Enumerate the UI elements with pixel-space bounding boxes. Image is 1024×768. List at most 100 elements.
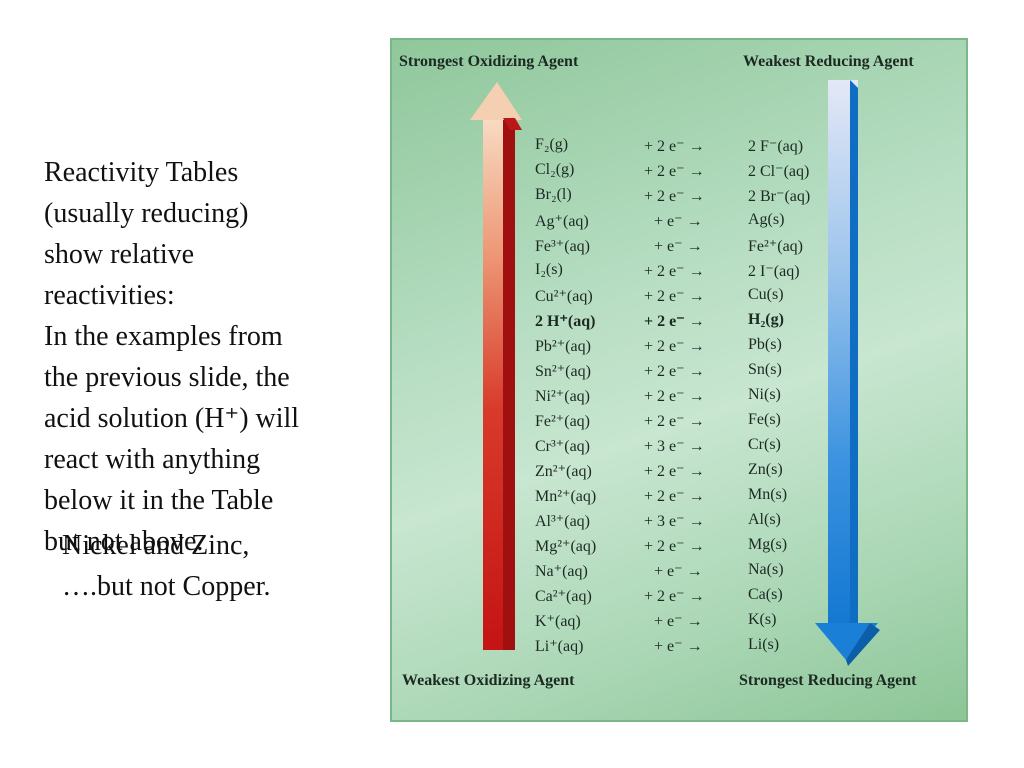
half-reaction-row: Ag⁺(aq) + e⁻ → Ag(s) bbox=[390, 211, 968, 236]
electrons-cell: + 2 e⁻ → bbox=[644, 288, 705, 305]
oxidizing-agent-cell: Al³⁺(aq) bbox=[535, 513, 590, 530]
body-text-line: react with anything bbox=[44, 444, 261, 475]
oxidizing-agent-cell: 2 H⁺(aq) bbox=[535, 313, 596, 330]
oxidizing-agent-cell: Na⁺(aq) bbox=[535, 563, 588, 580]
electrons-cell: + e⁻ → bbox=[654, 213, 703, 230]
electrons-cell: + 2 e⁻ → bbox=[644, 338, 705, 355]
electrons-cell: + e⁻ → bbox=[654, 563, 703, 580]
reducing-agent-cell: Mg(s) bbox=[748, 536, 788, 553]
reduction-potential-table-figure: Strongest Oxidizing Agent Weakest Reduci… bbox=[390, 38, 968, 722]
half-reaction-row: Cl₂(g) + 2 e⁻ → 2 Cl⁻(aq) bbox=[390, 161, 968, 186]
half-reaction-row: Ni²⁺(aq) + 2 e⁻ → Ni(s) bbox=[390, 386, 968, 411]
half-reaction-row: Mn²⁺(aq) + 2 e⁻ → Mn(s) bbox=[390, 486, 968, 511]
reducing-agent-cell: Zn(s) bbox=[748, 461, 783, 478]
reducing-agent-cell: Sn(s) bbox=[748, 361, 782, 378]
body-text-line: Reactivity Tables bbox=[44, 157, 239, 188]
oxidizing-agent-cell: Cu²⁺(aq) bbox=[535, 288, 593, 305]
reducing-agent-cell: Cu(s) bbox=[748, 286, 784, 303]
electrons-cell: + 2 e⁻ → bbox=[644, 538, 705, 555]
reducing-agent-cell: Al(s) bbox=[748, 511, 781, 528]
half-reaction-row: F₂(g) + 2 e⁻ → 2 F⁻(aq) bbox=[390, 136, 968, 161]
electrons-cell: + 3 e⁻ → bbox=[644, 438, 705, 455]
half-reaction-row: I₂(s) + 2 e⁻ → 2 I⁻(aq) bbox=[390, 261, 968, 286]
body-text-line: show relative bbox=[44, 239, 195, 270]
half-reaction-row: Cr³⁺(aq) + 3 e⁻ → Cr(s) bbox=[390, 436, 968, 461]
reducing-agent-cell: Ag(s) bbox=[748, 211, 785, 228]
electrons-cell: + 2 e⁻ → bbox=[644, 163, 705, 180]
half-reaction-row: Cu²⁺(aq) + 2 e⁻ → Cu(s) bbox=[390, 286, 968, 311]
half-reaction-row: Zn²⁺(aq) + 2 e⁻ → Zn(s) bbox=[390, 461, 968, 486]
label-weakest-oxidizing-agent: Weakest Oxidizing Agent bbox=[402, 672, 575, 689]
oxidizing-agent-cell: Mn²⁺(aq) bbox=[535, 488, 597, 505]
oxidizing-agent-cell: Ni²⁺(aq) bbox=[535, 388, 590, 405]
oxidizing-agent-cell: Ca²⁺(aq) bbox=[535, 588, 592, 605]
reducing-agent-cell: 2 I⁻(aq) bbox=[748, 263, 800, 280]
reducing-agent-cell: Fe(s) bbox=[748, 411, 781, 428]
oxidizing-agent-cell: Cl₂(g) bbox=[535, 161, 575, 178]
oxidizing-agent-cell: Mg²⁺(aq) bbox=[535, 538, 597, 555]
electrons-cell: + 2 e⁻ → bbox=[644, 588, 705, 605]
reducing-agent-cell: Ni(s) bbox=[748, 386, 781, 403]
oxidizing-agent-cell: Sn²⁺(aq) bbox=[535, 363, 591, 380]
slide-body-text: Reactivity Tables (usually reducing) show … bbox=[44, 152, 374, 562]
electrons-cell: + 2 e⁻ → bbox=[644, 388, 705, 405]
half-reaction-row: Al³⁺(aq) + 3 e⁻ → Al(s) bbox=[390, 511, 968, 536]
half-reaction-row: Fe³⁺(aq) + e⁻ → Fe²⁺(aq) bbox=[390, 236, 968, 261]
body-text-line: In the examples from bbox=[44, 321, 283, 352]
electrons-cell: + 2 e⁻ → bbox=[644, 263, 705, 280]
oxidizing-agent-cell: Li⁺(aq) bbox=[535, 638, 584, 655]
oxidizing-agent-cell: Fe³⁺(aq) bbox=[535, 238, 590, 255]
label-strongest-oxidizing-agent: Strongest Oxidizing Agent bbox=[399, 53, 579, 70]
oxidizing-agent-cell: Zn²⁺(aq) bbox=[535, 463, 592, 480]
body-text-line: reactivities: bbox=[44, 280, 175, 311]
reducing-agent-cell: Cr(s) bbox=[748, 436, 781, 453]
half-reaction-row: Pb²⁺(aq) + 2 e⁻ → Pb(s) bbox=[390, 336, 968, 361]
half-reaction-row: Br₂(l) + 2 e⁻ → 2 Br⁻(aq) bbox=[390, 186, 968, 211]
half-reaction-row: Sn²⁺(aq) + 2 e⁻ → Sn(s) bbox=[390, 361, 968, 386]
oxidizing-agent-cell: Ag⁺(aq) bbox=[535, 213, 589, 230]
reducing-agent-cell: 2 Br⁻(aq) bbox=[748, 188, 811, 205]
electrons-cell: + 2 e⁻ → bbox=[644, 313, 705, 330]
electrons-cell: + 2 e⁻ → bbox=[644, 488, 705, 505]
electrons-cell: + 2 e⁻ → bbox=[644, 188, 705, 205]
electrons-cell: + 2 e⁻ → bbox=[644, 138, 705, 155]
electrons-cell: + 2 e⁻ → bbox=[644, 413, 705, 430]
oxidizing-agent-cell: Pb²⁺(aq) bbox=[535, 338, 591, 355]
reducing-agent-cell: Na(s) bbox=[748, 561, 784, 578]
half-reaction-row: K⁺(aq) + e⁻ → K(s) bbox=[390, 611, 968, 636]
electrons-cell: + e⁻ → bbox=[654, 638, 703, 655]
overlay-text-nickel-zinc: Nickel and Zinc, bbox=[62, 530, 250, 561]
electrons-cell: + e⁻ → bbox=[654, 238, 703, 255]
overlay-text-not-copper: ….but not Copper. bbox=[62, 571, 271, 602]
body-text-line: (usually reducing) bbox=[44, 198, 249, 229]
body-text-line: the previous slide, the bbox=[44, 362, 290, 393]
oxidizing-agent-cell: I₂(s) bbox=[535, 261, 563, 278]
half-reaction-row: Ca²⁺(aq) + 2 e⁻ → Ca(s) bbox=[390, 586, 968, 611]
reducing-agent-cell: Ca(s) bbox=[748, 586, 783, 603]
label-strongest-reducing-agent: Strongest Reducing Agent bbox=[739, 672, 917, 689]
label-weakest-reducing-agent: Weakest Reducing Agent bbox=[743, 53, 914, 70]
half-reaction-row: 2 H⁺(aq) + 2 e⁻ → H₂(g) bbox=[390, 311, 968, 336]
reducing-agent-cell: H₂(g) bbox=[748, 311, 784, 328]
half-reaction-row: Mg²⁺(aq) + 2 e⁻ → Mg(s) bbox=[390, 536, 968, 561]
reducing-agent-cell: 2 Cl⁻(aq) bbox=[748, 163, 810, 180]
half-reaction-row: Fe²⁺(aq) + 2 e⁻ → Fe(s) bbox=[390, 411, 968, 436]
oxidizing-agent-cell: K⁺(aq) bbox=[535, 613, 581, 630]
reducing-agent-cell: Li(s) bbox=[748, 636, 780, 653]
oxidizing-agent-cell: Br₂(l) bbox=[535, 186, 572, 203]
oxidizing-agent-cell: Cr³⁺(aq) bbox=[535, 438, 590, 455]
body-text-line: below it in the Table bbox=[44, 485, 274, 516]
electrons-cell: + 2 e⁻ → bbox=[644, 363, 705, 380]
oxidizing-agent-cell: F₂(g) bbox=[535, 136, 569, 153]
reducing-agent-cell: Mn(s) bbox=[748, 486, 788, 503]
body-text-line: acid solution (H⁺) will bbox=[44, 403, 300, 434]
half-reaction-row: Li⁺(aq) + e⁻ → Li(s) bbox=[390, 636, 968, 661]
reducing-agent-cell: Fe²⁺(aq) bbox=[748, 238, 803, 255]
reducing-agent-cell: 2 F⁻(aq) bbox=[748, 138, 804, 155]
reducing-agent-cell: K(s) bbox=[748, 611, 777, 628]
half-reaction-row: Na⁺(aq) + e⁻ → Na(s) bbox=[390, 561, 968, 586]
reducing-agent-cell: Pb(s) bbox=[748, 336, 782, 353]
oxidizing-agent-cell: Fe²⁺(aq) bbox=[535, 413, 590, 430]
electrons-cell: + 2 e⁻ → bbox=[644, 463, 705, 480]
electrons-cell: + 3 e⁻ → bbox=[644, 513, 705, 530]
